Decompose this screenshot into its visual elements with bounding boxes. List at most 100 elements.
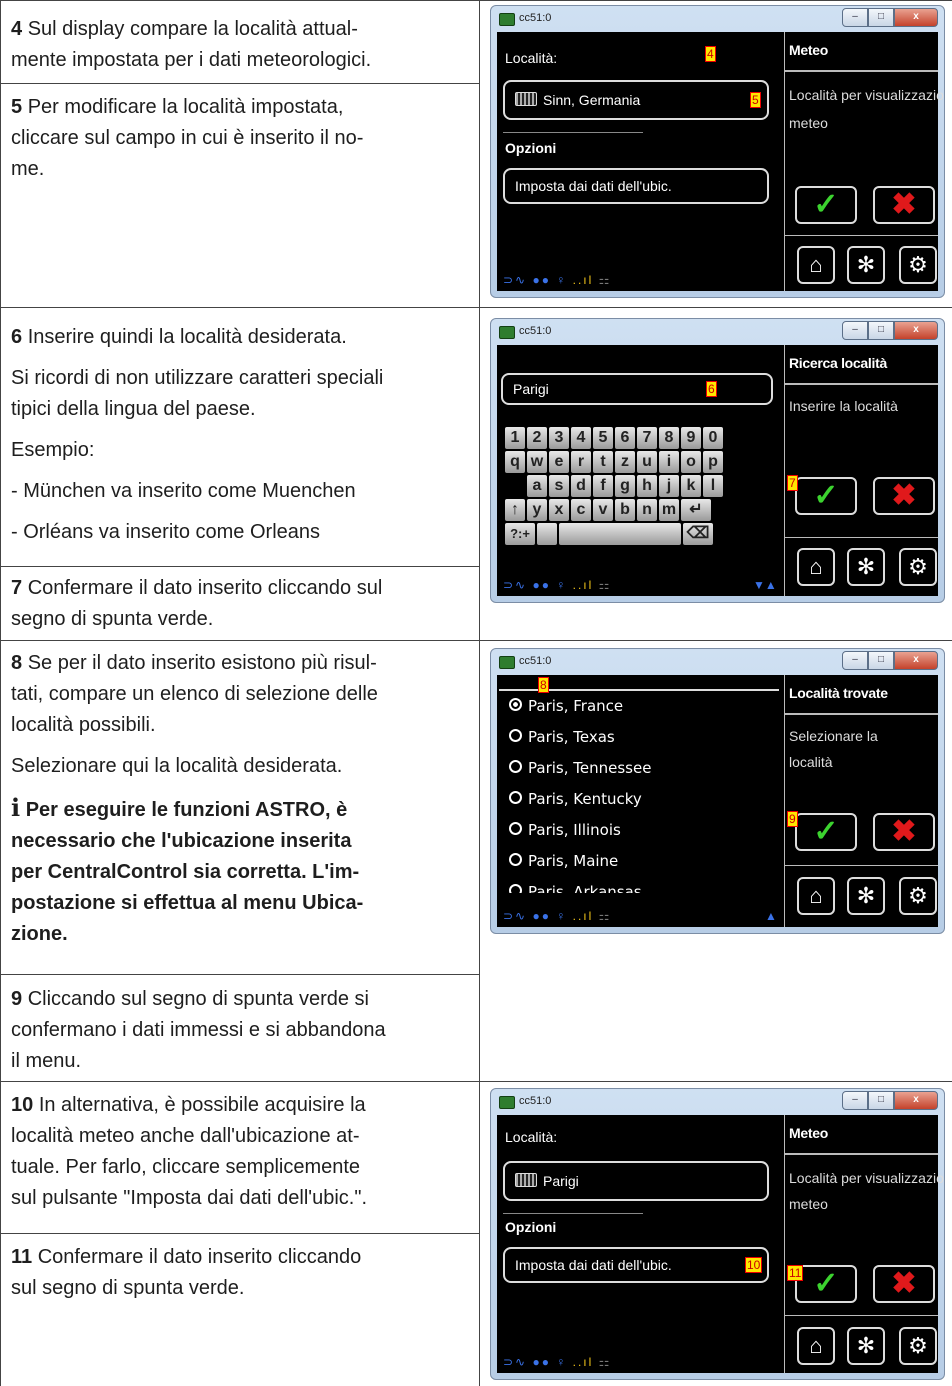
set-from-location-button[interactable]: Imposta dai dati dell'ubic. bbox=[503, 1247, 769, 1283]
gear-icon[interactable]: ⚙ bbox=[899, 548, 937, 586]
key[interactable]: 8 bbox=[659, 427, 679, 449]
key[interactable]: c bbox=[571, 499, 591, 521]
key[interactable]: s bbox=[549, 475, 569, 497]
key[interactable]: d bbox=[571, 475, 591, 497]
set-from-location-button[interactable]: Imposta dai dati dell'ubic. bbox=[503, 168, 769, 204]
minimize-button[interactable]: – bbox=[842, 651, 868, 670]
radio[interactable] bbox=[509, 853, 522, 866]
key[interactable]: j bbox=[659, 475, 679, 497]
confirm-button[interactable]: ✓ bbox=[795, 813, 857, 851]
radio-selected[interactable] bbox=[509, 698, 522, 711]
list-item[interactable]: Paris, Tennessee bbox=[509, 759, 651, 777]
maximize-button[interactable]: □ bbox=[868, 321, 894, 340]
cancel-button[interactable]: ✖ bbox=[873, 813, 935, 851]
key[interactable]: m bbox=[659, 499, 679, 521]
key[interactable]: 1 bbox=[505, 427, 525, 449]
confirm-button[interactable]: ✓ bbox=[795, 1265, 857, 1303]
key[interactable]: l bbox=[703, 475, 723, 497]
key[interactable]: 3 bbox=[549, 427, 569, 449]
key[interactable]: u bbox=[637, 451, 657, 473]
home-icon[interactable]: ⌂ bbox=[797, 877, 835, 915]
key[interactable]: 6 bbox=[615, 427, 635, 449]
close-button[interactable]: x bbox=[894, 321, 938, 340]
maximize-button[interactable]: □ bbox=[868, 8, 894, 27]
device-screen: Località: Parigi Opzioni Imposta dai dat… bbox=[497, 1115, 944, 1373]
key[interactable]: f bbox=[593, 475, 613, 497]
space-key[interactable] bbox=[559, 523, 681, 545]
key[interactable]: 4 bbox=[571, 427, 591, 449]
key[interactable]: k bbox=[681, 475, 701, 497]
radio[interactable] bbox=[509, 729, 522, 742]
gear-icon[interactable]: ⚙ bbox=[899, 246, 937, 284]
keyboard-icon[interactable] bbox=[537, 523, 557, 545]
key[interactable]: x bbox=[549, 499, 569, 521]
fan-icon[interactable]: ✻ bbox=[847, 548, 885, 586]
key[interactable]: v bbox=[593, 499, 613, 521]
key[interactable]: p bbox=[703, 451, 723, 473]
scroll-arrows-icon[interactable]: ▼▲ bbox=[753, 578, 777, 592]
key[interactable]: o bbox=[681, 451, 701, 473]
row-divider bbox=[0, 83, 480, 84]
location-field[interactable]: Parigi bbox=[503, 1161, 769, 1201]
table-divider bbox=[479, 0, 480, 1386]
key[interactable]: y bbox=[527, 499, 547, 521]
key[interactable]: i bbox=[659, 451, 679, 473]
radio[interactable] bbox=[509, 822, 522, 835]
key[interactable]: 0 bbox=[703, 427, 723, 449]
key[interactable]: g bbox=[615, 475, 635, 497]
fan-icon[interactable]: ✻ bbox=[847, 1327, 885, 1365]
fan-icon[interactable]: ✻ bbox=[847, 877, 885, 915]
key[interactable]: q bbox=[505, 451, 525, 473]
fan-icon[interactable]: ✻ bbox=[847, 246, 885, 284]
radio[interactable] bbox=[509, 884, 522, 893]
confirm-button[interactable]: ✓ bbox=[795, 186, 857, 224]
cancel-button[interactable]: ✖ bbox=[873, 477, 935, 515]
maximize-button[interactable]: □ bbox=[868, 1091, 894, 1110]
list-item[interactable]: Paris, Kentucky bbox=[509, 790, 642, 808]
key[interactable]: w bbox=[527, 451, 547, 473]
shift-key[interactable]: ↑ bbox=[505, 499, 525, 521]
key[interactable]: n bbox=[637, 499, 657, 521]
confirm-button[interactable]: ✓ bbox=[795, 477, 857, 515]
key[interactable]: 2 bbox=[527, 427, 547, 449]
scroll-up-icon[interactable]: ▲ bbox=[765, 909, 777, 923]
list-item[interactable]: Paris, Maine bbox=[509, 852, 618, 870]
backspace-key[interactable]: ⌫ bbox=[683, 523, 713, 545]
symbols-key[interactable]: ?:+ bbox=[505, 523, 535, 545]
gear-icon[interactable]: ⚙ bbox=[899, 877, 937, 915]
gear-icon[interactable]: ⚙ bbox=[899, 1327, 937, 1365]
radio[interactable] bbox=[509, 791, 522, 804]
list-item[interactable]: Paris, Arkansas bbox=[509, 883, 642, 893]
key[interactable]: r bbox=[571, 451, 591, 473]
home-icon[interactable]: ⌂ bbox=[797, 548, 835, 586]
close-button[interactable]: x bbox=[894, 8, 938, 27]
key[interactable]: h bbox=[637, 475, 657, 497]
cancel-button[interactable]: ✖ bbox=[873, 1265, 935, 1303]
list-item[interactable]: Paris, France bbox=[509, 697, 623, 715]
maximize-button[interactable]: □ bbox=[868, 651, 894, 670]
key[interactable]: a bbox=[527, 475, 547, 497]
home-icon[interactable]: ⌂ bbox=[797, 246, 835, 284]
list-item[interactable]: Paris, Texas bbox=[509, 728, 615, 746]
key[interactable]: z bbox=[615, 451, 635, 473]
enter-key[interactable]: ↵ bbox=[681, 499, 711, 521]
radio[interactable] bbox=[509, 760, 522, 773]
key[interactable]: t bbox=[593, 451, 613, 473]
close-button[interactable]: x bbox=[894, 1091, 938, 1110]
list-item[interactable]: Paris, Illinois bbox=[509, 821, 621, 839]
key[interactable]: 9 bbox=[681, 427, 701, 449]
divider bbox=[785, 1315, 938, 1316]
search-input[interactable]: Parigi bbox=[501, 373, 773, 405]
cancel-button[interactable]: ✖ bbox=[873, 186, 935, 224]
minimize-button[interactable]: – bbox=[842, 321, 868, 340]
key[interactable]: b bbox=[615, 499, 635, 521]
key[interactable]: 5 bbox=[593, 427, 613, 449]
close-button[interactable]: x bbox=[894, 651, 938, 670]
home-icon[interactable]: ⌂ bbox=[797, 1327, 835, 1365]
key[interactable]: e bbox=[549, 451, 569, 473]
minimize-button[interactable]: – bbox=[842, 1091, 868, 1110]
location-field[interactable]: Sinn, Germania bbox=[503, 80, 769, 120]
minimize-button[interactable]: – bbox=[842, 8, 868, 27]
screenshot-window-4: cc51:0 – □ x Località: Parigi Opzioni Im… bbox=[490, 1088, 945, 1380]
key[interactable]: 7 bbox=[637, 427, 657, 449]
